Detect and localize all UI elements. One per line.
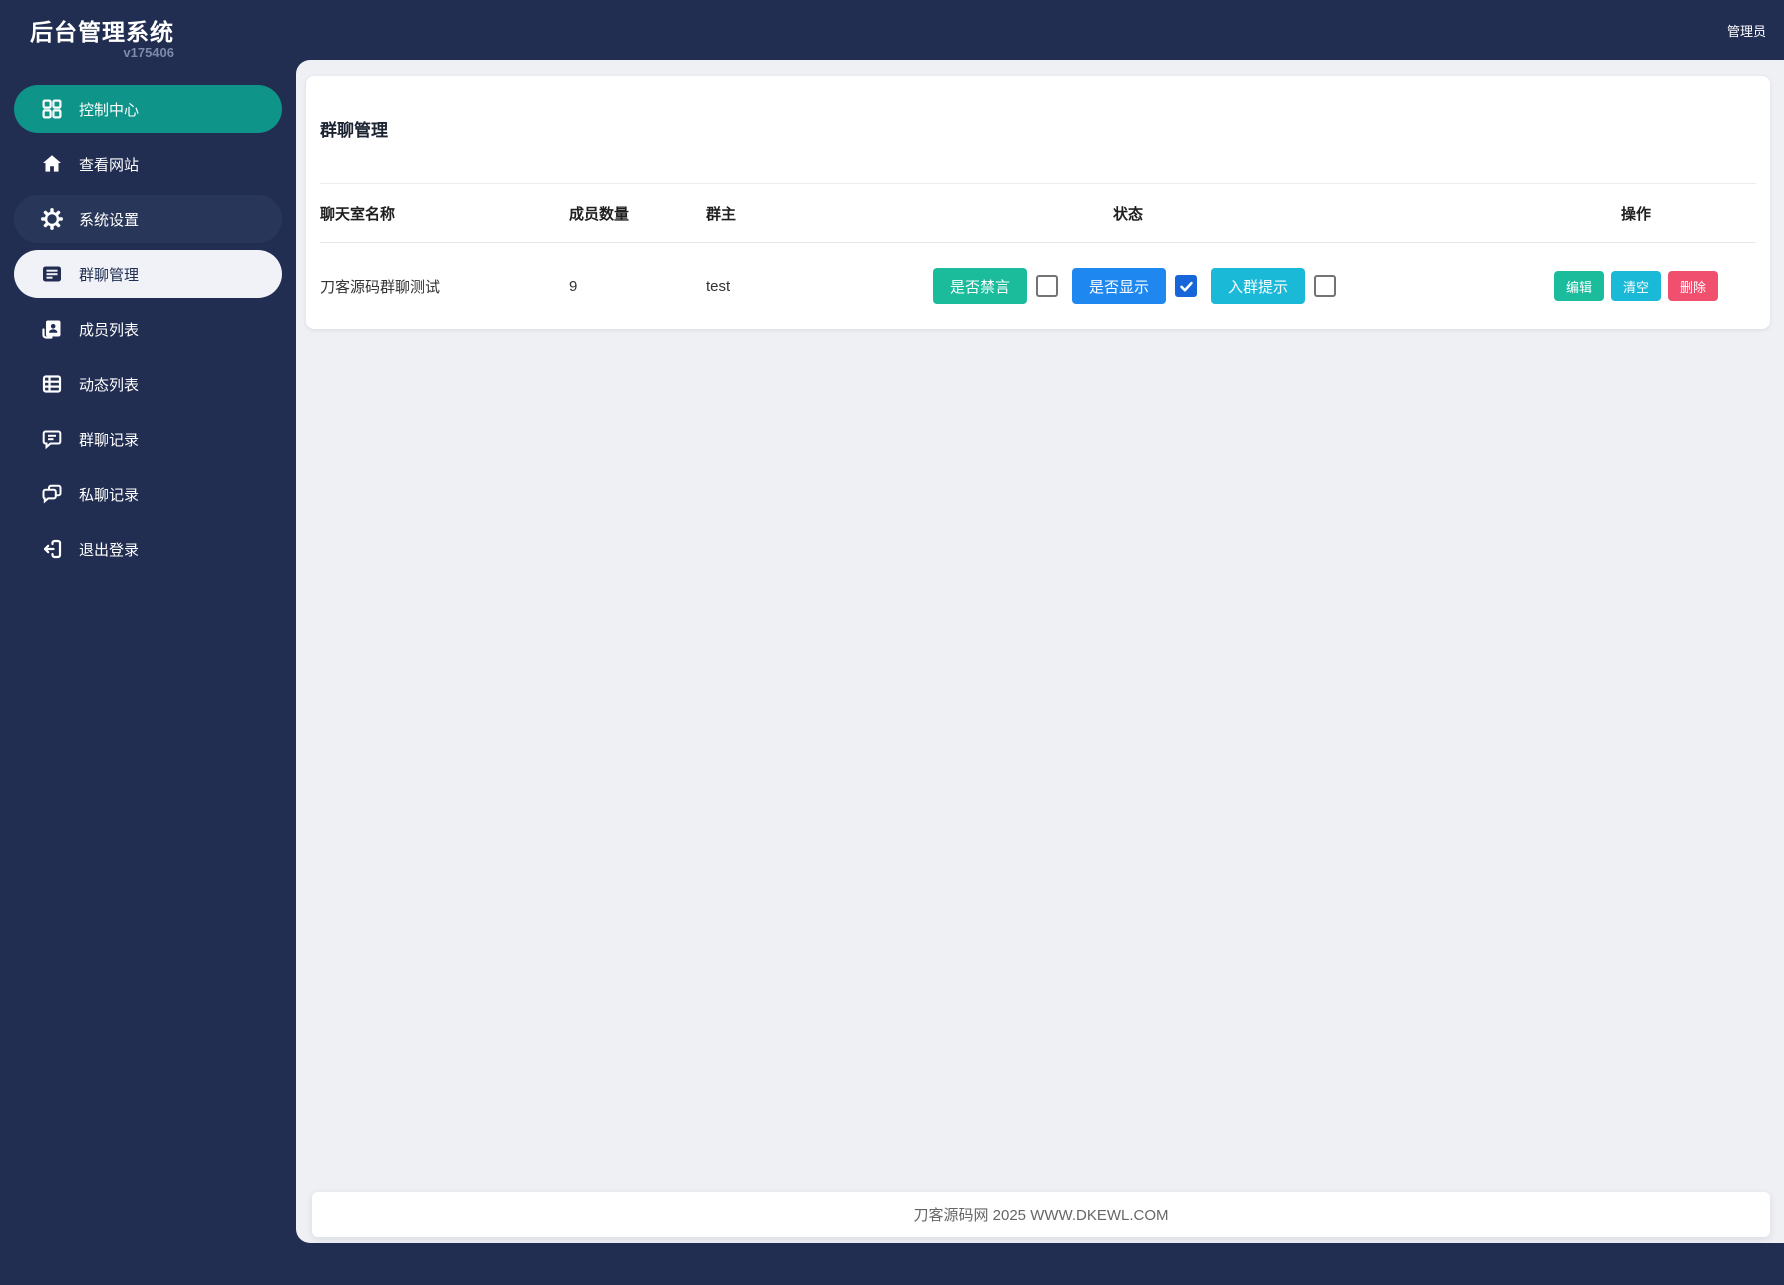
sidebar-item-private-chat-records[interactable]: 私聊记录 xyxy=(14,470,282,518)
footer-bar: 刀客源码网 2025 WWW.DKEWL.COM xyxy=(312,1192,1770,1237)
visible-toggle-button[interactable]: 是否显示 xyxy=(1072,268,1166,304)
logout-icon xyxy=(40,537,64,561)
table-list-icon xyxy=(40,372,64,396)
app-version: v175406 xyxy=(30,45,174,60)
cell-status: 是否禁言 是否显示 入群提示 xyxy=(933,268,1323,304)
column-header-status: 状态 xyxy=(933,203,1323,224)
contact-card-icon xyxy=(40,317,64,341)
sidebar-item-group-chat-management[interactable]: 群聊管理 xyxy=(14,250,282,298)
cell-owner: test xyxy=(706,278,933,295)
sidebar-item-label: 成员列表 xyxy=(79,319,139,340)
cell-room-name: 刀客源码群聊测试 xyxy=(320,276,569,297)
sidebar-item-logout[interactable]: 退出登录 xyxy=(14,525,282,573)
gear-icon xyxy=(40,207,64,231)
user-menu[interactable]: 管理员 xyxy=(1727,0,1766,60)
column-header-owner: 群主 xyxy=(706,203,933,224)
visible-checkbox[interactable] xyxy=(1175,275,1197,297)
app-logo: 后台管理系统 v175406 xyxy=(30,13,174,60)
cell-actions: 编辑 清空 删除 xyxy=(1516,271,1756,301)
column-header-actions: 操作 xyxy=(1516,203,1756,224)
app-title: 后台管理系统 xyxy=(30,13,174,47)
sidebar-item-label: 群聊管理 xyxy=(79,264,139,285)
sidebar-item-label: 查看网站 xyxy=(79,154,139,175)
join-tip-button[interactable]: 入群提示 xyxy=(1211,268,1305,304)
sidebar-item-member-list[interactable]: 成员列表 xyxy=(14,305,282,353)
home-icon xyxy=(40,152,64,176)
sidebar: 控制中心 查看网站 xyxy=(0,60,296,1285)
group-chat-card: 群聊管理 聊天室名称 成员数量 群主 状态 操作 刀客源码群聊测试 9 test… xyxy=(306,76,1770,329)
check-icon xyxy=(1179,279,1194,294)
column-header-room-name: 聊天室名称 xyxy=(320,203,569,224)
clear-button[interactable]: 清空 xyxy=(1611,271,1661,301)
table-header-row: 聊天室名称 成员数量 群主 状态 操作 xyxy=(320,184,1756,243)
sidebar-item-control-center[interactable]: 控制中心 xyxy=(14,85,282,133)
sidebar-item-system-settings[interactable]: 系统设置 xyxy=(14,195,282,243)
content-panel: 群聊管理 聊天室名称 成员数量 群主 状态 操作 刀客源码群聊测试 9 test… xyxy=(296,60,1784,1243)
mute-checkbox[interactable] xyxy=(1036,275,1058,297)
card-header: 群聊管理 xyxy=(320,76,1756,184)
footer-text: 刀客源码网 2025 WWW.DKEWL.COM xyxy=(913,1204,1168,1225)
table-row: 刀客源码群聊测试 9 test 是否禁言 是否显示 入群提示 编辑 清空 删 xyxy=(320,243,1756,329)
sidebar-item-label: 控制中心 xyxy=(79,99,139,120)
sidebar-item-label: 系统设置 xyxy=(79,209,139,230)
edit-button[interactable]: 编辑 xyxy=(1554,271,1604,301)
sidebar-item-label: 动态列表 xyxy=(79,374,139,395)
topbar: 后台管理系统 v175406 管理员 xyxy=(0,0,1784,60)
grid-icon xyxy=(40,97,64,121)
delete-button[interactable]: 删除 xyxy=(1668,271,1718,301)
page-title: 群聊管理 xyxy=(320,116,1756,141)
mute-toggle-button[interactable]: 是否禁言 xyxy=(933,268,1027,304)
sidebar-item-activity-list[interactable]: 动态列表 xyxy=(14,360,282,408)
chat-lines-icon xyxy=(40,262,64,286)
sidebar-item-group-chat-records[interactable]: 群聊记录 xyxy=(14,415,282,463)
private-chat-icon xyxy=(40,482,64,506)
sidebar-item-label: 私聊记录 xyxy=(79,484,139,505)
join-tip-checkbox[interactable] xyxy=(1314,275,1336,297)
sidebar-item-label: 退出登录 xyxy=(79,539,139,560)
sidebar-item-view-site[interactable]: 查看网站 xyxy=(14,140,282,188)
sidebar-item-label: 群聊记录 xyxy=(79,429,139,450)
chat-record-icon xyxy=(40,427,64,451)
cell-member-count: 9 xyxy=(569,278,706,295)
column-header-member-count: 成员数量 xyxy=(569,203,706,224)
